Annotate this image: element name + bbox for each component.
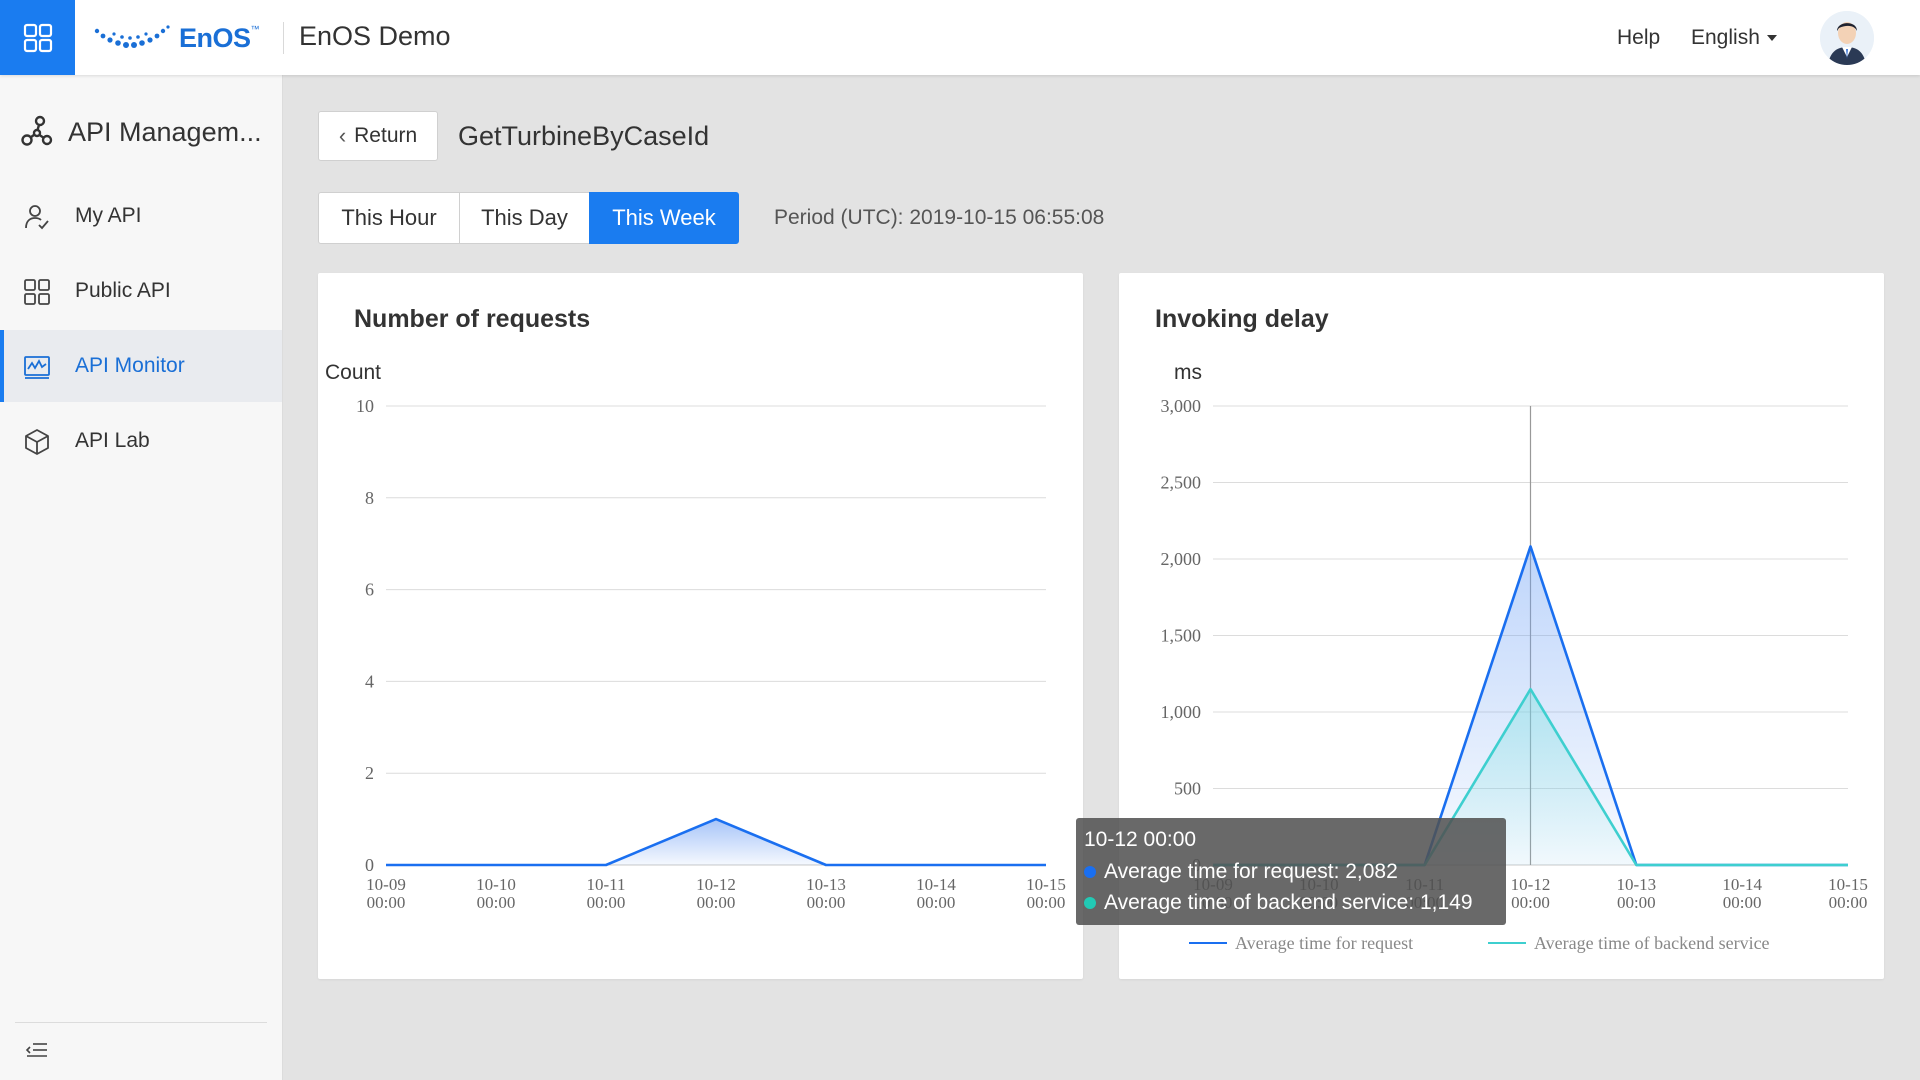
user-avatar[interactable] xyxy=(1820,11,1874,65)
chevron-left-icon: ‹ xyxy=(338,123,347,148)
collapse-menu-icon[interactable] xyxy=(25,1038,49,1062)
time-range-tabs: This Hour This Day This Week xyxy=(318,192,739,244)
top-navbar: EnOS ™ EnOS Demo Help English xyxy=(0,0,1920,75)
tooltip-row-backend: Average time of backend service: 1,149 xyxy=(1084,891,1473,915)
header-divider xyxy=(283,22,284,54)
api-network-icon xyxy=(21,115,53,146)
sidebar-item-api-monitor[interactable]: API Monitor xyxy=(0,330,282,402)
caret-down-icon xyxy=(1766,35,1777,41)
period-text: Period (UTC): 2019-10-15 06:55:08 xyxy=(774,206,1105,229)
logo-trademark: ™ xyxy=(250,24,260,34)
tooltip-row-request: Average time for request: 2,082 xyxy=(1084,860,1398,884)
y-tick-label: 2,000 xyxy=(1161,549,1202,569)
x-tick-label: 10-15 xyxy=(1828,875,1868,894)
x-tick-label: 00:00 xyxy=(1723,893,1762,912)
x-tick-label: 10-15 xyxy=(1026,875,1066,894)
org-name[interactable]: EnOS Demo xyxy=(299,21,451,52)
sidebar-item-my-api[interactable]: My API xyxy=(0,180,282,252)
y-tick-label: 500 xyxy=(1174,779,1201,799)
x-tick-label: 10-12 xyxy=(1511,875,1551,894)
user-avatar-icon xyxy=(1820,11,1874,65)
y-axis-label: ms xyxy=(1174,361,1202,384)
sidebar-header: API Managem... xyxy=(20,115,268,149)
app-grid-icon xyxy=(23,23,52,52)
y-tick-label: 6 xyxy=(365,580,374,600)
y-axis-label: Count xyxy=(325,361,381,384)
y-tick-label: 1,500 xyxy=(1161,626,1202,646)
return-label: Return xyxy=(354,124,418,147)
x-tick-label: 10-14 xyxy=(916,875,956,894)
x-tick-label: 00:00 xyxy=(697,893,736,912)
app-launcher-button[interactable] xyxy=(0,0,75,75)
y-tick-label: 0 xyxy=(365,855,374,875)
sidebar: API Managem... My API Public API API Mon… xyxy=(0,75,283,1080)
y-tick-label: 10 xyxy=(356,396,374,416)
x-tick-label: 00:00 xyxy=(807,893,846,912)
x-tick-label: 10-10 xyxy=(476,875,516,894)
x-tick-label: 10-09 xyxy=(366,875,406,894)
cube-icon xyxy=(25,429,49,455)
y-tick-label: 2 xyxy=(365,763,374,783)
monitor-pulse-icon xyxy=(24,356,50,379)
return-button[interactable]: ‹ Return xyxy=(318,111,438,161)
requests-chart: Count108642010-0900:0010-1000:0010-1100:… xyxy=(325,361,1066,912)
x-tick-label: 00:00 xyxy=(477,893,516,912)
user-check-icon xyxy=(25,205,49,230)
logo-text: EnOS xyxy=(179,22,251,53)
tooltip-backend-value: Average time of backend service: 1,149 xyxy=(1104,891,1473,914)
y-tick-label: 8 xyxy=(365,488,374,508)
legend-label: Average time for request xyxy=(1235,933,1413,953)
sidebar-item-label: API Monitor xyxy=(75,354,185,377)
y-tick-label: 1,000 xyxy=(1161,702,1202,722)
tab-this-day[interactable]: This Day xyxy=(459,192,590,244)
x-tick-label: 00:00 xyxy=(1617,893,1656,912)
x-tick-label: 00:00 xyxy=(917,893,956,912)
language-selector[interactable]: English xyxy=(1691,26,1777,50)
x-tick-label: 10-13 xyxy=(806,875,846,894)
help-link[interactable]: Help xyxy=(1617,26,1660,50)
series-dot-icon xyxy=(1084,897,1096,909)
sidebar-item-public-api[interactable]: Public API xyxy=(0,255,282,327)
language-label: English xyxy=(1691,26,1760,49)
x-tick-label: 00:00 xyxy=(1829,893,1868,912)
sidebar-item-label: API Lab xyxy=(75,429,150,452)
enos-logo[interactable]: EnOS ™ xyxy=(93,20,260,56)
apps-grid-icon xyxy=(24,279,50,305)
tab-this-hour[interactable]: This Hour xyxy=(318,192,460,244)
x-tick-label: 00:00 xyxy=(587,893,626,912)
requests-chart-card: Number of requests Count 10 8 6 4 2 0 10-09 00:0… xyxy=(318,273,1083,979)
x-tick-label: 10-14 xyxy=(1722,875,1762,894)
x-tick-label: 10-11 xyxy=(586,875,625,894)
sidebar-divider xyxy=(15,1022,267,1023)
tooltip-request-value: Average time for request: 2,082 xyxy=(1104,860,1398,883)
series-dot-icon xyxy=(1084,866,1096,878)
x-tick-label: 10-12 xyxy=(696,875,736,894)
y-tick-label: 3,000 xyxy=(1161,396,1202,416)
sidebar-item-label: My API xyxy=(75,204,142,227)
logo-dots-icon xyxy=(94,25,170,48)
sidebar-title: API Managem... xyxy=(68,116,262,147)
page-title: GetTurbineByCaseId xyxy=(458,121,710,151)
chart-tooltip: 10-12 00:00 Average time for request: 2,… xyxy=(1076,818,1506,925)
series-area xyxy=(386,819,1046,865)
tooltip-title: 10-12 00:00 xyxy=(1084,828,1197,851)
x-tick-label: 00:00 xyxy=(1511,893,1550,912)
y-tick-label: 2,500 xyxy=(1161,473,1202,493)
y-tick-label: 4 xyxy=(365,671,374,691)
x-tick-label: 00:00 xyxy=(367,893,406,912)
tab-this-week[interactable]: This Week xyxy=(589,192,739,244)
sidebar-item-api-lab[interactable]: API Lab xyxy=(0,405,282,477)
legend-label: Average time of backend service xyxy=(1534,933,1770,953)
x-tick-label: 10-13 xyxy=(1616,875,1656,894)
sidebar-item-label: Public API xyxy=(75,279,171,302)
x-tick-label: 00:00 xyxy=(1027,893,1066,912)
